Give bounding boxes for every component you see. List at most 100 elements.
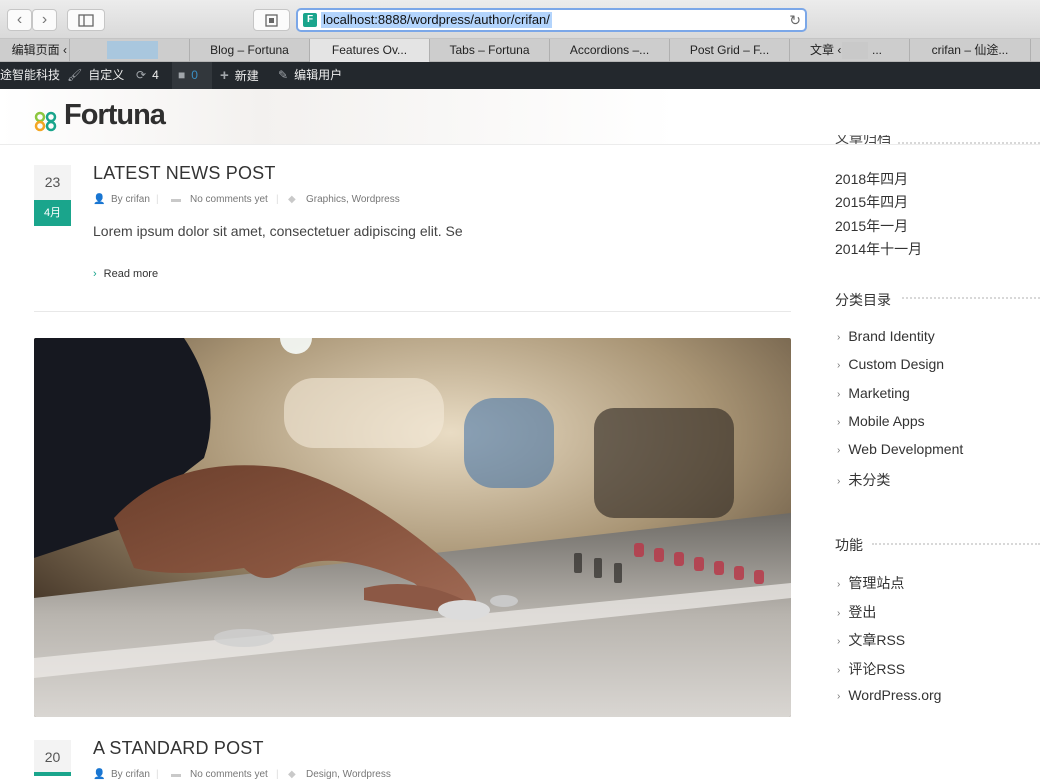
post-comments[interactable]: No comments yet [190, 769, 268, 780]
user-icon: 👤 [93, 194, 106, 205]
tab-crifan[interactable]: crifan – 仙途... [910, 39, 1031, 62]
post-divider [34, 311, 791, 312]
chevron-right-icon: › [837, 691, 841, 702]
pencil-icon: ✎ [278, 68, 289, 82]
reader-button[interactable] [253, 9, 290, 31]
tab-accordions[interactable]: Accordions –... [550, 39, 670, 62]
redacted-block [842, 42, 868, 59]
post-date-day: 20 [34, 740, 71, 775]
reload-icon[interactable]: ↻ [789, 10, 801, 30]
chevron-right-icon: › [837, 389, 841, 400]
category-link[interactable]: › Brand Identity [837, 328, 935, 344]
meta-link[interactable]: › 评论RSS [837, 659, 905, 679]
comment-icon: ▬ [171, 769, 181, 780]
comment-icon: ■ [178, 68, 186, 82]
post-title[interactable]: A STANDARD POST [93, 738, 264, 759]
meta-link[interactable]: › 登出 [837, 602, 876, 622]
widget-title-divider [898, 142, 1040, 146]
widget-title-meta: 功能 [835, 537, 863, 553]
category-link[interactable]: › 未分类 [837, 470, 890, 490]
tab-blog-fortuna[interactable]: Blog – Fortuna [190, 39, 310, 62]
reader-icon [265, 14, 278, 27]
sidebar-icon [78, 14, 94, 27]
meta-link[interactable]: › 管理站点 [837, 573, 904, 593]
archive-link[interactable]: 2015年四月 [835, 192, 908, 212]
tab-tabs-fortuna[interactable]: Tabs – Fortuna [430, 39, 550, 62]
post-author[interactable]: By crifan [111, 769, 150, 780]
tab-features-overview[interactable]: Features Ov... [310, 39, 430, 62]
read-more-link[interactable]: › Read more [93, 268, 158, 280]
chevron-right-icon: › [837, 636, 841, 647]
post-date-month [34, 772, 71, 776]
tab-edit-page[interactable]: 编辑页面 ‹ [0, 39, 70, 62]
post-excerpt: Lorem ipsum dolor sit amet, consectetuer… [93, 223, 463, 239]
refresh-icon: ⟳ [136, 68, 147, 82]
back-button[interactable]: ‹ [7, 9, 32, 31]
chevron-right-icon: › [837, 360, 841, 371]
archive-link[interactable]: 2015年一月 [835, 216, 908, 236]
chevron-left-icon: ‹ [16, 11, 23, 28]
redacted-block [107, 41, 158, 59]
plus-icon: + [220, 67, 229, 84]
user-icon: 👤 [93, 769, 106, 780]
category-link[interactable]: › Mobile Apps [837, 413, 925, 429]
post-date-day: 23 [34, 165, 71, 200]
admin-new[interactable]: + 新建 [220, 62, 259, 89]
admin-updates[interactable]: ⟳ 4 [136, 62, 159, 89]
post-comments[interactable]: No comments yet [190, 194, 268, 205]
wp-admin-bar: 途智能科技 🖌 自定义 ⟳ 4 ■ 0 + 新建 ✎ 编辑用户 [0, 62, 1040, 89]
chevron-right-icon: › [93, 268, 97, 280]
chevron-right-icon: › [837, 445, 841, 456]
post-title[interactable]: LATEST NEWS POST [93, 163, 276, 184]
mixing-console-photo [34, 338, 791, 717]
tag-icon: ◆ [288, 769, 296, 780]
browser-toolbar: ‹ › F localhost:8888/wordpress/author/cr… [0, 0, 1040, 39]
category-link[interactable]: › Marketing [837, 385, 910, 401]
tab-posts-label: 文章 ‹ [810, 43, 842, 57]
tab-redacted[interactable] [70, 39, 190, 62]
meta-link[interactable]: › WordPress.org [837, 687, 941, 703]
url-text[interactable]: localhost:8888/wordpress/author/crifan/ [321, 12, 552, 28]
widget-title-archives: 文章归档 [835, 135, 891, 144]
tag-icon: ◆ [288, 194, 296, 205]
admin-customize[interactable]: 🖌 自定义 [67, 62, 124, 89]
category-link[interactable]: › Custom Design [837, 356, 944, 372]
comment-icon: ▬ [171, 194, 181, 205]
tab-post-grid[interactable]: Post Grid – F... [670, 39, 790, 62]
chevron-right-icon: › [41, 11, 48, 28]
widget-title-divider [902, 297, 1040, 301]
category-link[interactable]: › Web Development [837, 441, 963, 457]
post-categories[interactable]: Graphics, Wordpress [306, 194, 400, 205]
post-categories[interactable]: Design, Wordpress [306, 769, 391, 780]
updates-count: 4 [152, 68, 159, 82]
admin-edit-user-label: 编辑用户 [294, 68, 343, 82]
widget-title-divider [872, 543, 1040, 547]
archive-link[interactable]: 2018年四月 [835, 169, 908, 189]
comments-count: 0 [191, 68, 198, 82]
admin-comments[interactable]: ■ 0 [172, 62, 212, 89]
tab-posts[interactable]: 文章 ‹ ... [790, 39, 910, 62]
meta-link[interactable]: › 文章RSS [837, 630, 905, 650]
chevron-right-icon: › [837, 608, 841, 619]
chevron-right-icon: › [837, 665, 841, 676]
admin-edit-user[interactable]: ✎ 编辑用户 [278, 62, 342, 89]
tab-bar: 编辑页面 ‹ Blog – Fortuna Features Ov... Tab… [0, 39, 1040, 62]
chevron-right-icon: › [837, 332, 841, 343]
brush-icon: 🖌 [67, 68, 83, 82]
read-more-label: Read more [103, 268, 159, 280]
post-date-month: 4月 [34, 200, 71, 226]
chevron-right-icon: › [837, 476, 841, 487]
forward-button[interactable]: › [32, 9, 57, 31]
site-logo-text[interactable]: Fortuna [64, 99, 166, 132]
chevron-right-icon: › [837, 579, 841, 590]
post-author[interactable]: By crifan [111, 194, 150, 205]
admin-customize-label: 自定义 [88, 68, 125, 82]
admin-site-name[interactable]: 途智能科技 [0, 62, 60, 89]
post-featured-image[interactable] [34, 338, 791, 717]
site-favicon: F [303, 13, 317, 27]
archive-link[interactable]: 2014年十一月 [835, 239, 922, 259]
address-bar[interactable]: F localhost:8888/wordpress/author/crifan… [296, 8, 807, 32]
admin-new-label: 新建 [234, 69, 259, 83]
fortuna-logo-icon[interactable] [34, 110, 58, 132]
sidebar-toggle-button[interactable] [67, 9, 105, 31]
